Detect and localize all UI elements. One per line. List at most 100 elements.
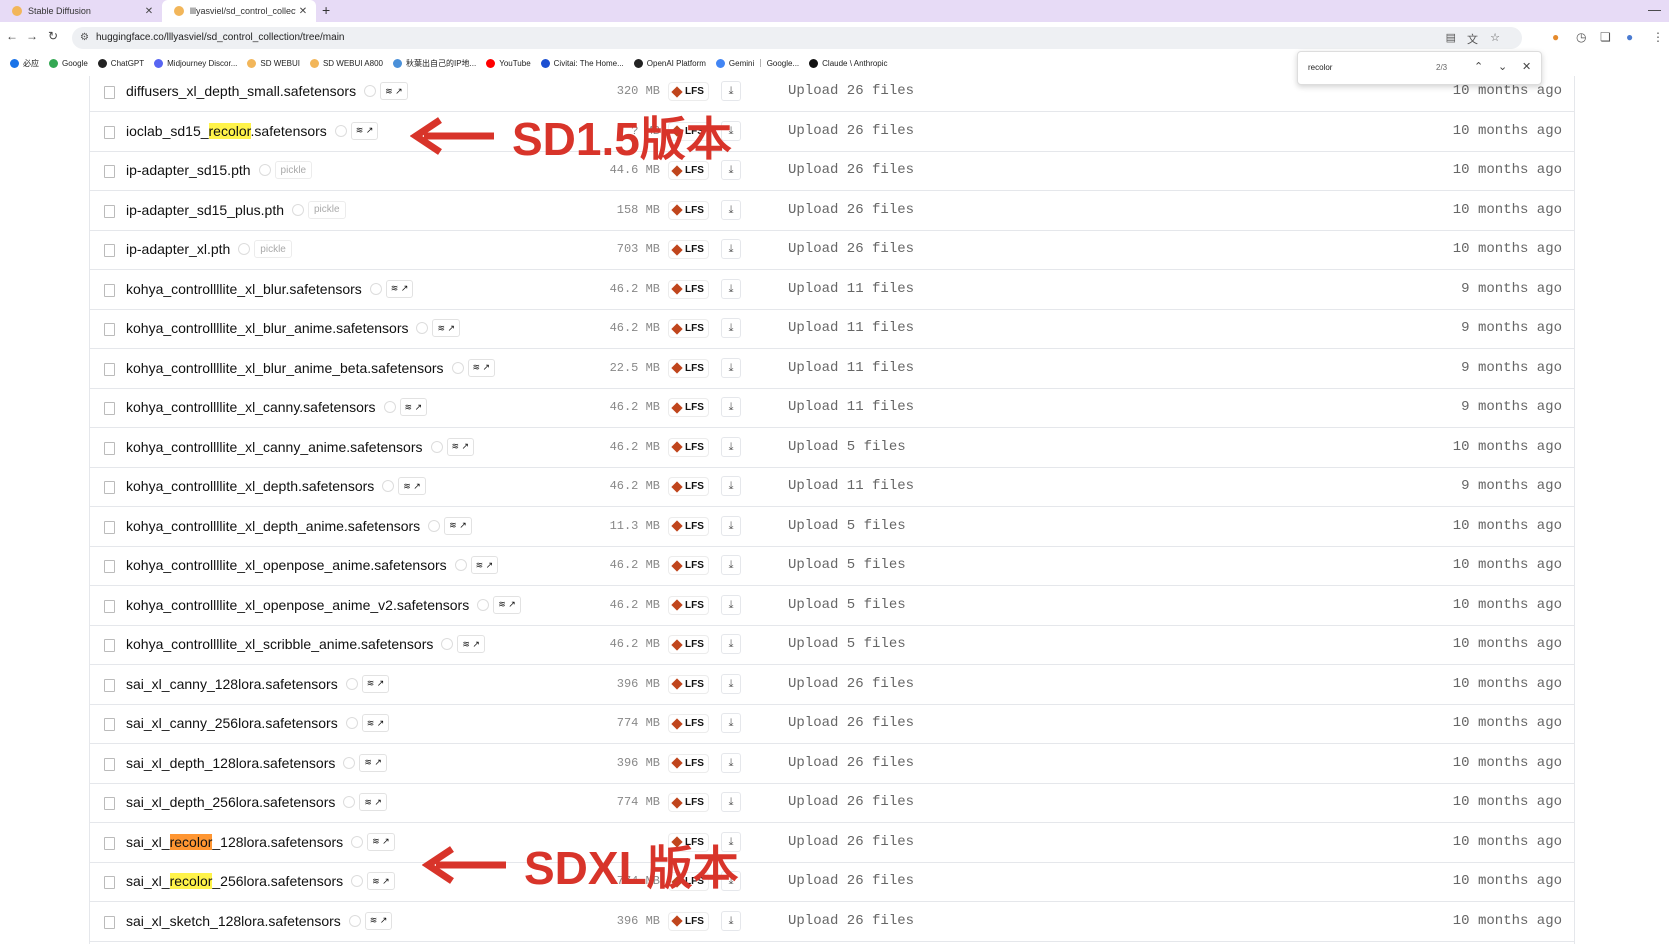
file-name-link[interactable]: ioclab_sd15_recolor.safetensors (126, 122, 327, 139)
commit-message-link[interactable]: Upload 26 files (788, 123, 914, 139)
commit-message-link[interactable]: Upload 26 files (788, 794, 914, 810)
extension-icon[interactable]: ● (1552, 30, 1559, 44)
commit-message-link[interactable]: Upload 26 files (788, 873, 914, 889)
file-name-link[interactable]: sai_xl_canny_128lora.safetensors (126, 676, 338, 692)
history-icon[interactable]: ◷ (1576, 30, 1586, 44)
file-name-link[interactable]: kohya_controllllite_xl_blur_anime_beta.s… (126, 360, 444, 376)
safetensors-viewer-icon[interactable]: ≋ ↗ (367, 832, 395, 851)
commit-message-link[interactable]: Upload 26 files (788, 715, 914, 731)
file-row[interactable]: ip-adapter_xl.pth pickle 703 MB LFS ⤓ Upload … (90, 230, 1574, 270)
commit-message-link[interactable]: Upload 5 files (788, 518, 906, 534)
file-name-link[interactable]: sai_xl_depth_256lora.safetensors (126, 794, 335, 810)
file-name-link[interactable]: ip-adapter_sd15_plus.pth (126, 202, 284, 218)
back-icon[interactable]: ← (6, 29, 18, 43)
file-row[interactable]: ip-adapter_sd15_plus.pth pickle 158 MB LFS ⤓… (90, 191, 1574, 231)
safetensors-viewer-icon[interactable]: ≋ ↗ (359, 753, 387, 772)
find-input[interactable]: recolor (1308, 63, 1332, 72)
file-row[interactable]: sai_xl_depth_256lora.safetensors ≋ ↗ 774 M… (90, 783, 1574, 823)
commit-message-link[interactable]: Upload 26 files (788, 202, 914, 218)
download-icon[interactable]: ⤓ (721, 634, 741, 654)
file-name-link[interactable]: kohya_controllllite_xl_openpose_anime.sa… (126, 557, 447, 573)
new-tab-icon[interactable]: + (322, 2, 330, 18)
file-row[interactable]: kohya_controllllite_xl_blur_anime.safete… (90, 309, 1574, 349)
tab-stable-diffusion[interactable]: Stable Diffusion ✕ (0, 0, 162, 22)
commit-message-link[interactable]: Upload 26 files (788, 83, 914, 99)
download-icon[interactable]: ⤓ (721, 397, 741, 417)
file-row[interactable]: sai_xl_recolor_128lora.safetensors ≋ ↗ LFS… (90, 823, 1574, 863)
bookmark-item[interactable]: Claude \ Anthropic (809, 58, 888, 68)
download-icon[interactable]: ⤓ (721, 81, 741, 101)
minimize-icon[interactable]: — (1648, 2, 1661, 17)
safetensors-viewer-icon[interactable]: ≋ ↗ (470, 556, 499, 574)
download-icon[interactable]: ⤓ (721, 792, 741, 812)
bookmark-item[interactable]: SD WEBUI A800 (309, 58, 383, 68)
commit-message-link[interactable]: Upload 26 files (788, 834, 914, 850)
safetensors-viewer-icon[interactable]: ≋ ↗ (385, 279, 414, 298)
file-row[interactable]: sai_xl_canny_256lora.safetensors ≋ ↗ 774 M… (90, 704, 1574, 744)
reload-icon[interactable]: ↻ (48, 29, 58, 43)
safetensors-viewer-icon[interactable]: ≋ ↗ (361, 674, 390, 693)
safetensors-viewer-icon[interactable]: ≋ ↗ (467, 358, 496, 377)
commit-message-link[interactable]: Upload 5 files (788, 439, 906, 455)
file-name-link[interactable]: kohya_controllllite_xl_depth_anime.safet… (126, 518, 420, 534)
file-row[interactable]: sai_xl_sketch_128lora.safetensors ≋ ↗ 396 … (90, 902, 1574, 942)
file-row[interactable]: kohya_controllllite_xl_canny_anime.safet… (90, 428, 1574, 468)
download-icon[interactable]: ⤓ (721, 713, 741, 733)
download-icon[interactable]: ⤓ (721, 278, 741, 299)
pickle-badge[interactable]: pickle (308, 200, 346, 219)
find-previous-icon[interactable]: ⌃ (1474, 60, 1483, 73)
download-icon[interactable]: ⤓ (721, 357, 741, 378)
safetensors-viewer-icon[interactable]: ≋ ↗ (444, 516, 472, 535)
file-row[interactable]: kohya_controllllite_xl_openpose_anime.sa… (90, 546, 1574, 586)
translate-icon[interactable]: 文 (1467, 31, 1478, 47)
download-icon[interactable]: ⤓ (721, 199, 741, 220)
commit-message-link[interactable]: Upload 26 files (788, 241, 914, 257)
bookmark-item[interactable]: YouTube (486, 58, 531, 68)
commit-message-link[interactable]: Upload 11 files (788, 320, 914, 336)
file-row[interactable]: kohya_controllllite_xl_blur.safetensors ≋… (90, 270, 1574, 310)
safetensors-viewer-icon[interactable]: ≋ ↗ (446, 437, 475, 456)
file-name-link[interactable]: kohya_controllllite_xl_blur_anime.safete… (126, 320, 409, 336)
safetensors-viewer-icon[interactable]: ≋ ↗ (350, 121, 379, 140)
file-row[interactable]: kohya_controllllite_xl_openpose_anime_v2… (90, 586, 1574, 626)
safetensors-viewer-icon[interactable]: ≋ ↗ (367, 872, 395, 890)
reader-icon[interactable]: ▤ (1446, 31, 1456, 44)
file-name-link[interactable]: diffusers_xl_depth_small.safetensors (126, 83, 356, 99)
find-next-icon[interactable]: ⌄ (1498, 60, 1507, 73)
file-name-link[interactable]: sai_xl_recolor_128lora.safetensors (126, 833, 343, 850)
file-row[interactable]: kohya_controllllite_xl_canny.safetensors… (90, 388, 1574, 428)
safetensors-viewer-icon[interactable]: ≋ ↗ (399, 398, 428, 416)
commit-message-link[interactable]: Upload 5 files (788, 557, 906, 573)
pickle-badge[interactable]: pickle (274, 161, 313, 179)
download-icon[interactable]: ⤓ (721, 752, 741, 773)
bookmark-star-icon[interactable]: ☆ (1490, 31, 1500, 44)
site-info-icon[interactable]: ⚙ (80, 32, 89, 43)
close-icon[interactable]: ✕ (142, 6, 156, 17)
file-name-link[interactable]: ip-adapter_xl.pth (126, 241, 230, 257)
address-bar[interactable]: ⚙ huggingface.co/lllyasviel/sd_control_c… (72, 27, 1522, 49)
bookmark-item[interactable]: 必应 (10, 58, 39, 69)
bookmark-item[interactable]: 秋葉出自己的IP地... (392, 58, 476, 69)
commit-message-link[interactable]: Upload 11 files (788, 360, 914, 376)
file-row[interactable]: kohya_controllllite_xl_depth_anime.safet… (90, 507, 1574, 547)
bookmark-item[interactable]: SD WEBUI (247, 58, 300, 68)
commit-message-link[interactable]: Upload 5 files (788, 636, 906, 652)
menu-icon[interactable]: ⋮ (1652, 30, 1664, 44)
file-name-link[interactable]: kohya_controllllite_xl_canny_anime.safet… (126, 439, 423, 455)
download-icon[interactable]: ⤓ (721, 594, 741, 615)
file-row[interactable]: kohya_controllllite_xl_blur_anime_beta.s… (90, 349, 1574, 389)
file-row[interactable]: kohya_controllllite_xl_scribble_anime.sa… (90, 625, 1574, 665)
commit-message-link[interactable]: Upload 11 files (788, 478, 914, 494)
download-icon[interactable]: ⤓ (721, 673, 741, 694)
file-name-link[interactable]: kohya_controllllite_xl_blur.safetensors (126, 281, 362, 297)
safetensors-viewer-icon[interactable]: ≋ ↗ (361, 714, 390, 732)
find-close-icon[interactable]: ✕ (1522, 60, 1531, 73)
bookmark-item[interactable]: Google (49, 58, 88, 68)
download-icon[interactable]: ⤓ (721, 515, 741, 536)
download-icon[interactable]: ⤓ (721, 318, 741, 338)
safetensors-viewer-icon[interactable]: ≋ ↗ (432, 319, 461, 337)
commit-message-link[interactable]: Upload 11 files (788, 399, 914, 415)
safetensors-viewer-icon[interactable]: ≋ ↗ (457, 635, 485, 653)
file-row[interactable]: kohya_controllllite_xl_depth.safetensors… (90, 467, 1574, 507)
forward-icon[interactable]: → (26, 29, 38, 43)
